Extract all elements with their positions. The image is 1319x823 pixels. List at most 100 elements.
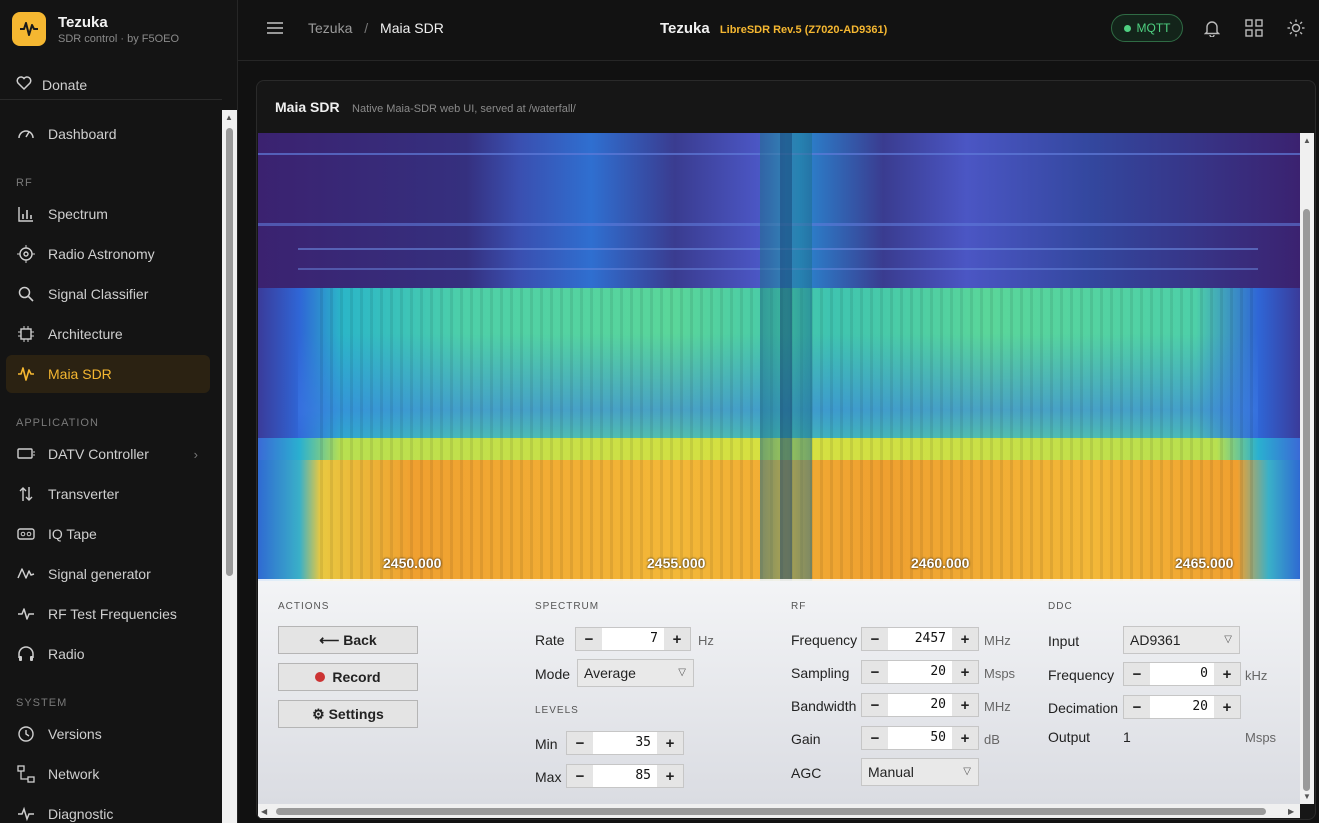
- agc-selected-value: Manual: [868, 764, 914, 780]
- settings-button[interactable]: ⚙ Settings: [278, 700, 418, 728]
- rf-frequency-decrement-button[interactable]: −: [862, 628, 888, 650]
- mqtt-status-badge[interactable]: MQTT: [1111, 14, 1183, 42]
- rate-label: Rate: [535, 632, 565, 648]
- max-level-input[interactable]: 85: [593, 765, 657, 787]
- card-title: Maia SDR: [275, 99, 340, 115]
- frame-horizontal-scroll-thumb[interactable]: [276, 808, 1266, 815]
- decimation-decrement-button[interactable]: −: [1124, 696, 1150, 718]
- ddc-frequency-unit: kHz: [1245, 668, 1268, 683]
- breadcrumb-separator: /: [364, 20, 369, 36]
- sidebar-item-maia-sdr[interactable]: Maia SDR: [6, 355, 210, 393]
- agc-label: AGC: [791, 765, 822, 781]
- sidebar-item-label: Maia SDR: [48, 366, 112, 382]
- sidebar-scrollbar[interactable]: ▲: [222, 110, 237, 823]
- grid-icon[interactable]: [1245, 19, 1263, 42]
- ddc-input-label: Input: [1048, 633, 1080, 649]
- min-increment-button[interactable]: +: [657, 732, 683, 754]
- ddc-frequency-increment-button[interactable]: +: [1214, 663, 1240, 685]
- sidebar-item-iq-tape[interactable]: IQ Tape: [6, 515, 210, 553]
- cassette-icon: [16, 526, 36, 542]
- sidebar-item-network[interactable]: Network: [6, 755, 210, 793]
- freq-label-2465: 2465.000: [1175, 555, 1234, 571]
- gain-decrement-button[interactable]: −: [862, 727, 888, 749]
- sampling-input[interactable]: 20: [888, 661, 952, 683]
- rf-frequency-stepper: − 2457 +: [861, 627, 979, 651]
- pulse-icon: [16, 606, 36, 622]
- brand[interactable]: Tezuka SDR control · by F5OEO: [12, 12, 179, 46]
- sampling-increment-button[interactable]: +: [952, 661, 978, 683]
- bandwidth-increment-button[interactable]: +: [952, 694, 978, 716]
- min-level-stepper: − 35 +: [566, 731, 684, 755]
- bandwidth-label: Bandwidth: [791, 698, 857, 714]
- scroll-right-arrow-icon[interactable]: ▶: [1288, 807, 1294, 816]
- ddc-frequency-decrement-button[interactable]: −: [1124, 663, 1150, 685]
- app-title: Tezuka: [660, 20, 710, 37]
- wave-icon: [16, 566, 36, 582]
- sidebar-item-label: Transverter: [48, 486, 120, 502]
- sidebar-item-rf-test-frequencies[interactable]: RF Test Frequencies: [6, 595, 210, 633]
- gain-input[interactable]: 50: [888, 727, 952, 749]
- frame-vertical-scroll-thumb[interactable]: [1303, 209, 1310, 791]
- frame-horizontal-scrollbar[interactable]: ◀ ▶: [258, 804, 1300, 818]
- gain-stepper: − 50 +: [861, 726, 979, 750]
- decimation-increment-button[interactable]: +: [1214, 696, 1240, 718]
- sidebar-item-datv-controller[interactable]: DATV Controller ›: [6, 435, 210, 473]
- sun-icon[interactable]: [1287, 19, 1305, 42]
- breadcrumb-root[interactable]: Tezuka: [308, 20, 352, 36]
- ddc-frequency-input[interactable]: 0: [1150, 663, 1214, 685]
- max-increment-button[interactable]: +: [657, 765, 683, 787]
- min-level-input[interactable]: 35: [593, 732, 657, 754]
- sidebar-item-architecture[interactable]: Architecture: [6, 315, 210, 353]
- sidebar-item-versions[interactable]: Versions: [6, 715, 210, 753]
- sidebar-item-transverter[interactable]: Transverter: [6, 475, 210, 513]
- gain-increment-button[interactable]: +: [952, 727, 978, 749]
- min-decrement-button[interactable]: −: [567, 732, 593, 754]
- settings-button-label: ⚙ Settings: [312, 705, 384, 722]
- max-decrement-button[interactable]: −: [567, 765, 593, 787]
- ddc-input-selected-value: AD9361: [1130, 632, 1181, 648]
- hamburger-menu-icon[interactable]: [266, 20, 284, 41]
- sidebar-item-radio[interactable]: Radio: [6, 635, 210, 673]
- rate-increment-button[interactable]: +: [664, 628, 690, 650]
- top-bar: Tezuka / Maia SDR Tezuka LibreSDR Rev.5 …: [238, 0, 1319, 61]
- sidebar-item-diagnostic[interactable]: Diagnostic: [6, 795, 210, 823]
- sidebar-item-dashboard[interactable]: Dashboard: [6, 115, 210, 153]
- mode-select[interactable]: Average ▽: [577, 659, 694, 687]
- bandwidth-stepper: − 20 +: [861, 693, 979, 717]
- bell-icon[interactable]: [1203, 19, 1221, 42]
- agc-select[interactable]: Manual ▽: [861, 758, 979, 786]
- sidebar-item-signal-classifier[interactable]: Signal Classifier: [6, 275, 210, 313]
- ddc-input-select[interactable]: AD9361 ▽: [1123, 626, 1240, 654]
- ddc-title: DDC: [1048, 601, 1073, 612]
- rate-input[interactable]: 7: [602, 628, 664, 650]
- sampling-decrement-button[interactable]: −: [862, 661, 888, 683]
- frame-vertical-scrollbar[interactable]: ▲ ▼: [1300, 133, 1314, 804]
- record-button[interactable]: Record: [278, 663, 418, 691]
- network-icon: [16, 765, 36, 783]
- scroll-down-arrow-icon[interactable]: ▼: [1303, 792, 1311, 801]
- back-button[interactable]: ⟵ Back: [278, 626, 418, 654]
- ddc-frequency-stepper: − 0 +: [1123, 662, 1241, 686]
- bandwidth-decrement-button[interactable]: −: [862, 694, 888, 716]
- sidebar-item-radio-astronomy[interactable]: Radio Astronomy: [6, 235, 210, 273]
- ddc-frequency-label: Frequency: [1048, 667, 1115, 683]
- page-title: Tezuka LibreSDR Rev.5 (Z7020-AD9361): [660, 20, 887, 37]
- donate-link[interactable]: Donate: [0, 70, 222, 100]
- bar-chart-icon: [16, 205, 36, 223]
- sidebar-item-spectrum[interactable]: Spectrum: [6, 195, 210, 233]
- bandwidth-input[interactable]: 20: [888, 694, 952, 716]
- sidebar-scroll-thumb[interactable]: [226, 128, 233, 576]
- rate-decrement-button[interactable]: −: [576, 628, 602, 650]
- rf-frequency-input[interactable]: 2457: [888, 628, 952, 650]
- waterfall-display[interactable]: 2450.000 2455.000 2460.000 2465.000: [258, 133, 1300, 581]
- scroll-up-arrow-icon[interactable]: ▲: [225, 113, 233, 122]
- sidebar-item-signal-generator[interactable]: Signal generator: [6, 555, 210, 593]
- scroll-left-arrow-icon[interactable]: ◀: [261, 807, 267, 816]
- rf-frequency-increment-button[interactable]: +: [952, 628, 978, 650]
- bandwidth-unit: MHz: [984, 699, 1011, 714]
- scroll-up-arrow-icon[interactable]: ▲: [1303, 136, 1311, 145]
- section-rf: RF: [16, 177, 33, 189]
- decimation-input[interactable]: 20: [1150, 696, 1214, 718]
- waveform-icon: [16, 366, 36, 382]
- output-label: Output: [1048, 729, 1091, 745]
